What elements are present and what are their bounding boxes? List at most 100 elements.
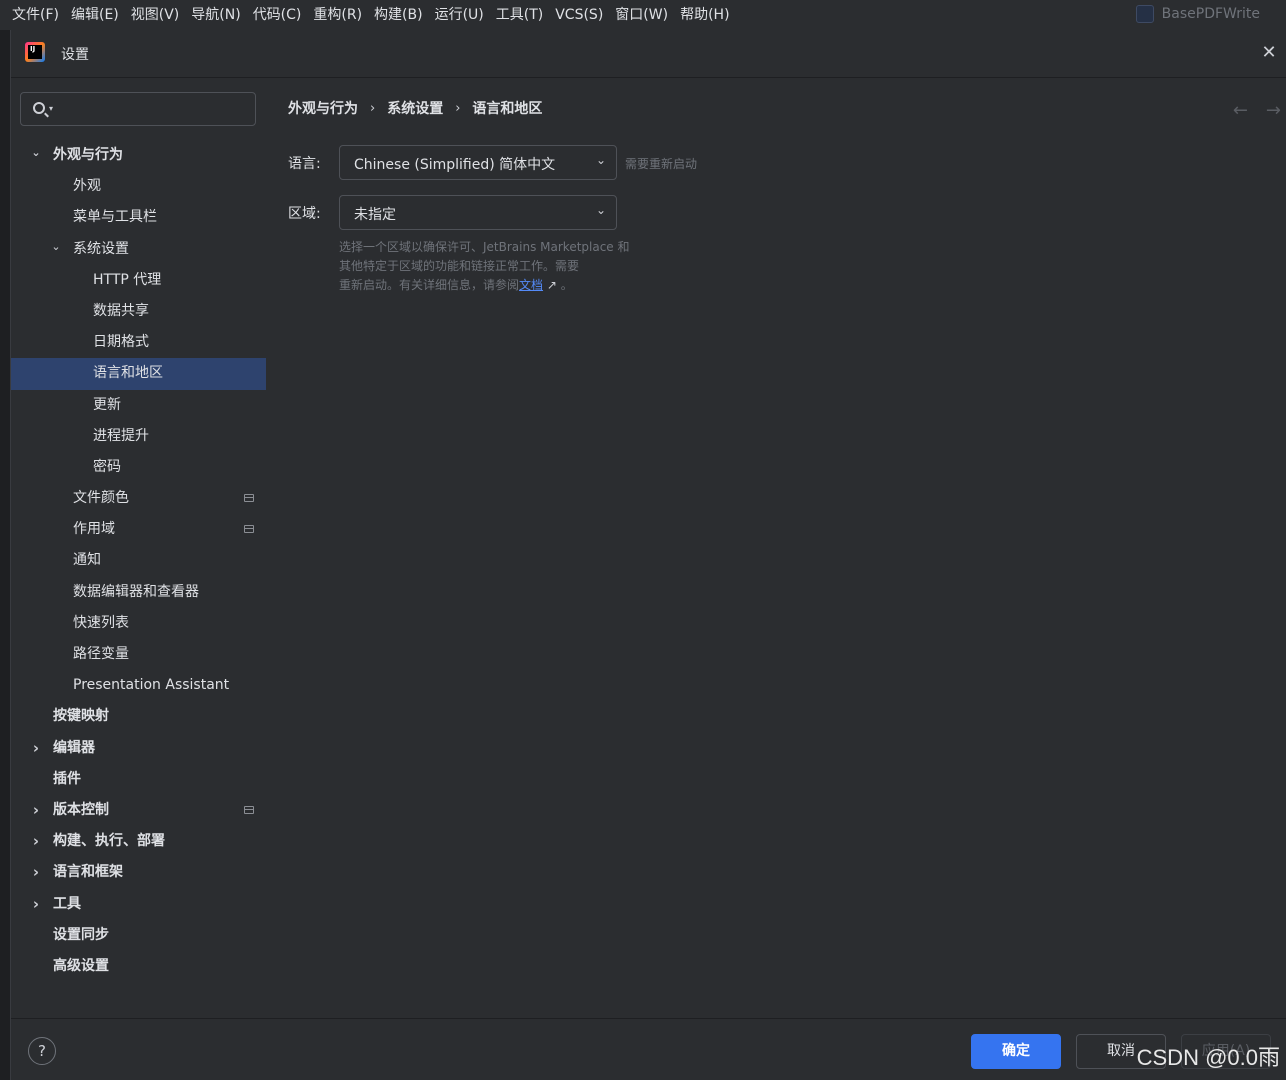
menu-item[interactable]: 编辑(E) [65, 0, 125, 30]
tree-item-label: 通知 [73, 552, 101, 569]
menu-item[interactable]: 运行(U) [429, 0, 490, 30]
tree-item[interactable]: 更新 [11, 390, 266, 421]
tree-item[interactable]: 语言和地区 [11, 358, 266, 390]
tree-item[interactable]: › 工具 [11, 889, 266, 920]
settings-tree: ⌄ 外观与行为外观菜单与工具栏 ⌄ 系统设置 HTTP 代理 数据共享日期格式语言和地区更… [11, 140, 266, 982]
forward-arrow-icon[interactable]: → [1266, 100, 1281, 121]
chevron-right-icon[interactable]: › [29, 733, 43, 764]
tree-item[interactable]: › 版本控制 [11, 795, 266, 826]
tree-item[interactable]: HTTP 代理 [11, 265, 266, 296]
search-input[interactable]: ▾ [20, 92, 256, 126]
tree-item-label: 版本控制 [53, 801, 109, 818]
tree-item[interactable]: 插件 [11, 764, 266, 795]
documentation-link[interactable]: 文档 [519, 278, 543, 292]
settings-sidebar: ▾ ⌄ 外观与行为外观菜单与工具栏 ⌄ 系统设置 HTTP 代理 数据共享日期格式语言和地… [11, 78, 266, 1018]
chevron-down-icon[interactable]: ⌄ [49, 231, 63, 262]
chevron-right-icon[interactable]: › [29, 795, 43, 826]
region-description: 选择一个区域以确保许可、JetBrains Marketplace 和 其他特定… [339, 238, 659, 295]
project-indicator: BasePDFWrite [1135, 5, 1260, 23]
tree-item-label: 快速列表 [73, 614, 129, 631]
tree-item-label: 路径变量 [73, 646, 129, 662]
chevron-right-icon[interactable]: › [29, 889, 43, 920]
menu-item[interactable]: 文件(F) [6, 0, 65, 30]
tree-item[interactable]: 通知 [11, 545, 266, 576]
breadcrumb-separator-icon: › [455, 100, 461, 116]
tree-item-label: Presentation Assistant [73, 677, 230, 694]
tree-item[interactable]: 数据共享 [11, 296, 266, 327]
tree-item[interactable]: 日期格式 [11, 327, 266, 358]
tree-item[interactable]: 按键映射 [11, 701, 266, 732]
tree-item-label: 语言和地区 [93, 365, 163, 382]
tree-item[interactable]: Presentation Assistant [11, 670, 266, 701]
project-level-icon [244, 805, 254, 814]
region-description-text: 重新启动。有关详细信息，请参阅 [339, 278, 520, 292]
search-options-icon[interactable]: ▾ [49, 104, 53, 113]
tree-item-label: 系统设置 [73, 240, 129, 257]
tree-item[interactable]: ⌄ 系统设置 [11, 234, 266, 265]
tree-item[interactable]: 文件颜色 [11, 483, 266, 514]
dialog-titlebar: IJ 设置 ✕ [11, 30, 1286, 78]
tree-item[interactable]: 作用域 [11, 514, 266, 545]
language-label: 语言: [288, 156, 321, 172]
menu-items: 文件(F) 编辑(E) 视图(V) 导航(N) 代码(C) 重构(R) 构建(B) 运行(U)… [6, 0, 736, 30]
tree-item-label: 编辑器 [53, 739, 95, 756]
dialog-title: 设置 [61, 47, 89, 63]
menu-item[interactable]: 重构(R) [307, 0, 368, 30]
dialog-footer: ? 确定 取消 应用(A) [11, 1018, 1286, 1080]
tree-item[interactable]: 外观 [11, 171, 266, 202]
menu-item[interactable]: VCS(S) [549, 0, 609, 30]
chevron-down-icon: ⌄ [595, 203, 606, 217]
help-button[interactable]: ? [28, 1037, 56, 1065]
tree-item[interactable]: 路径变量 [11, 639, 266, 670]
menu-item[interactable]: 代码(C) [247, 0, 308, 30]
back-arrow-icon[interactable]: ← [1233, 100, 1248, 121]
tree-item[interactable]: › 构建、执行、部署 [11, 826, 266, 857]
language-dropdown[interactable]: Chinese (Simplified) 简体中文 ⌄ [339, 145, 617, 180]
tree-item[interactable]: ⌄ 外观与行为 [11, 140, 266, 171]
menu-bar: 文件(F) 编辑(E) 视图(V) 导航(N) 代码(C) 重构(R) 构建(B) 运行(U)… [0, 0, 1286, 30]
region-description-line: 重新启动。有关详细信息，请参阅文档 ↗ 。 [339, 276, 659, 295]
tree-item-label: 外观 [73, 178, 101, 195]
tree-item-label: 更新 [93, 396, 121, 413]
chevron-down-icon: ⌄ [595, 153, 606, 167]
region-dropdown[interactable]: 未指定 ⌄ [339, 195, 617, 230]
tree-item[interactable]: 密码 [11, 452, 266, 483]
tree-item-label: 文件颜色 [73, 490, 129, 507]
ok-button[interactable]: 确定 [971, 1034, 1061, 1069]
menu-item[interactable]: 视图(V) [125, 0, 186, 30]
close-icon[interactable]: ✕ [1260, 44, 1278, 62]
menu-item[interactable]: 窗口(W) [609, 0, 674, 30]
tree-item[interactable]: 高级设置 [11, 951, 266, 982]
tree-item[interactable]: › 编辑器 [11, 733, 266, 764]
tree-item-label: 语言和框架 [53, 864, 123, 881]
intellij-logo-icon: IJ [25, 42, 45, 62]
region-description-suffix: 。 [556, 278, 573, 292]
settings-dialog: IJ 设置 ✕ ▾ ⌄ 外观与行为 外观 菜单与工具栏 ⌄ 系统设置 HTTP 代理 数据共享… [10, 30, 1286, 1080]
chevron-right-icon[interactable]: › [29, 826, 43, 857]
breadcrumb-item[interactable]: 外观与行为 [288, 98, 358, 118]
tree-item[interactable]: 快速列表 [11, 608, 266, 639]
tree-item-label: 高级设置 [53, 957, 109, 974]
tree-item-label: 插件 [53, 770, 81, 787]
tree-item[interactable]: 菜单与工具栏 [11, 202, 266, 233]
chevron-right-icon[interactable]: › [29, 857, 43, 888]
chevron-down-icon[interactable]: ⌄ [29, 137, 43, 168]
tree-item[interactable]: 设置同步 [11, 920, 266, 951]
watermark: CSDN @0.0雨 [1136, 1045, 1280, 1070]
tree-item-label: 作用域 [73, 521, 115, 538]
project-name: BasePDFWrite [1161, 6, 1260, 22]
tree-item-label: 菜单与工具栏 [73, 209, 157, 226]
tree-item[interactable]: › 语言和框架 [11, 857, 266, 888]
tree-item[interactable]: 进程提升 [11, 421, 266, 452]
menu-item[interactable]: 帮助(H) [674, 0, 735, 30]
tree-item[interactable]: 数据编辑器和查看器 [11, 577, 266, 608]
tree-item-label: 日期格式 [93, 334, 149, 351]
history-navigation: ← → [1233, 100, 1281, 121]
tree-item-label: 构建、执行、部署 [53, 833, 165, 850]
menu-item[interactable]: 导航(N) [185, 0, 246, 30]
project-level-icon [244, 525, 254, 534]
menu-item[interactable]: 构建(B) [368, 0, 429, 30]
menu-item[interactable]: 工具(T) [490, 0, 549, 30]
tree-item-label: 数据编辑器和查看器 [73, 583, 199, 600]
breadcrumb-item[interactable]: 系统设置 [387, 98, 443, 118]
